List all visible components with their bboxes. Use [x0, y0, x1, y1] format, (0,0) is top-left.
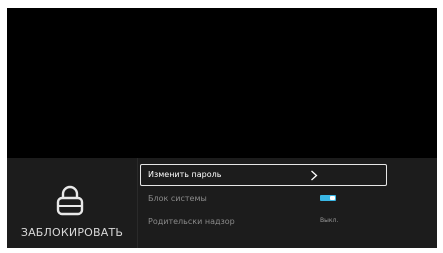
menu-item-label: Родительски надзор — [148, 217, 235, 226]
lock-settings-panel: ЗАБЛОКИРОВАТЬ Изменить пароль Блок систе… — [7, 158, 437, 248]
parental-control-value: Выкл. — [320, 217, 339, 224]
toggle-knob — [330, 196, 335, 200]
menu-item-label: Блок системы — [148, 194, 207, 203]
menu-item-system-lock[interactable]: Блок системы — [140, 188, 387, 210]
lock-label: ЗАБЛОКИРОВАТЬ — [20, 226, 124, 239]
menu-item-label: Изменить пароль — [148, 170, 222, 179]
lock-button[interactable]: ЗАБЛОКИРОВАТЬ — [7, 158, 137, 248]
menu-item-change-password[interactable]: Изменить пароль — [140, 164, 387, 186]
menu-item-parental-control[interactable]: Родительски надзор Выкл. — [140, 211, 387, 233]
tv-screen: ЗАБЛОКИРОВАТЬ Изменить пароль Блок систе… — [7, 8, 437, 248]
divider — [137, 158, 138, 248]
system-lock-toggle[interactable] — [320, 195, 336, 201]
screenshot-frame: ЗАБЛОКИРОВАТЬ Изменить пароль Блок систе… — [0, 0, 443, 253]
chevron-right-icon — [311, 170, 318, 181]
padlock-icon — [56, 185, 84, 216]
